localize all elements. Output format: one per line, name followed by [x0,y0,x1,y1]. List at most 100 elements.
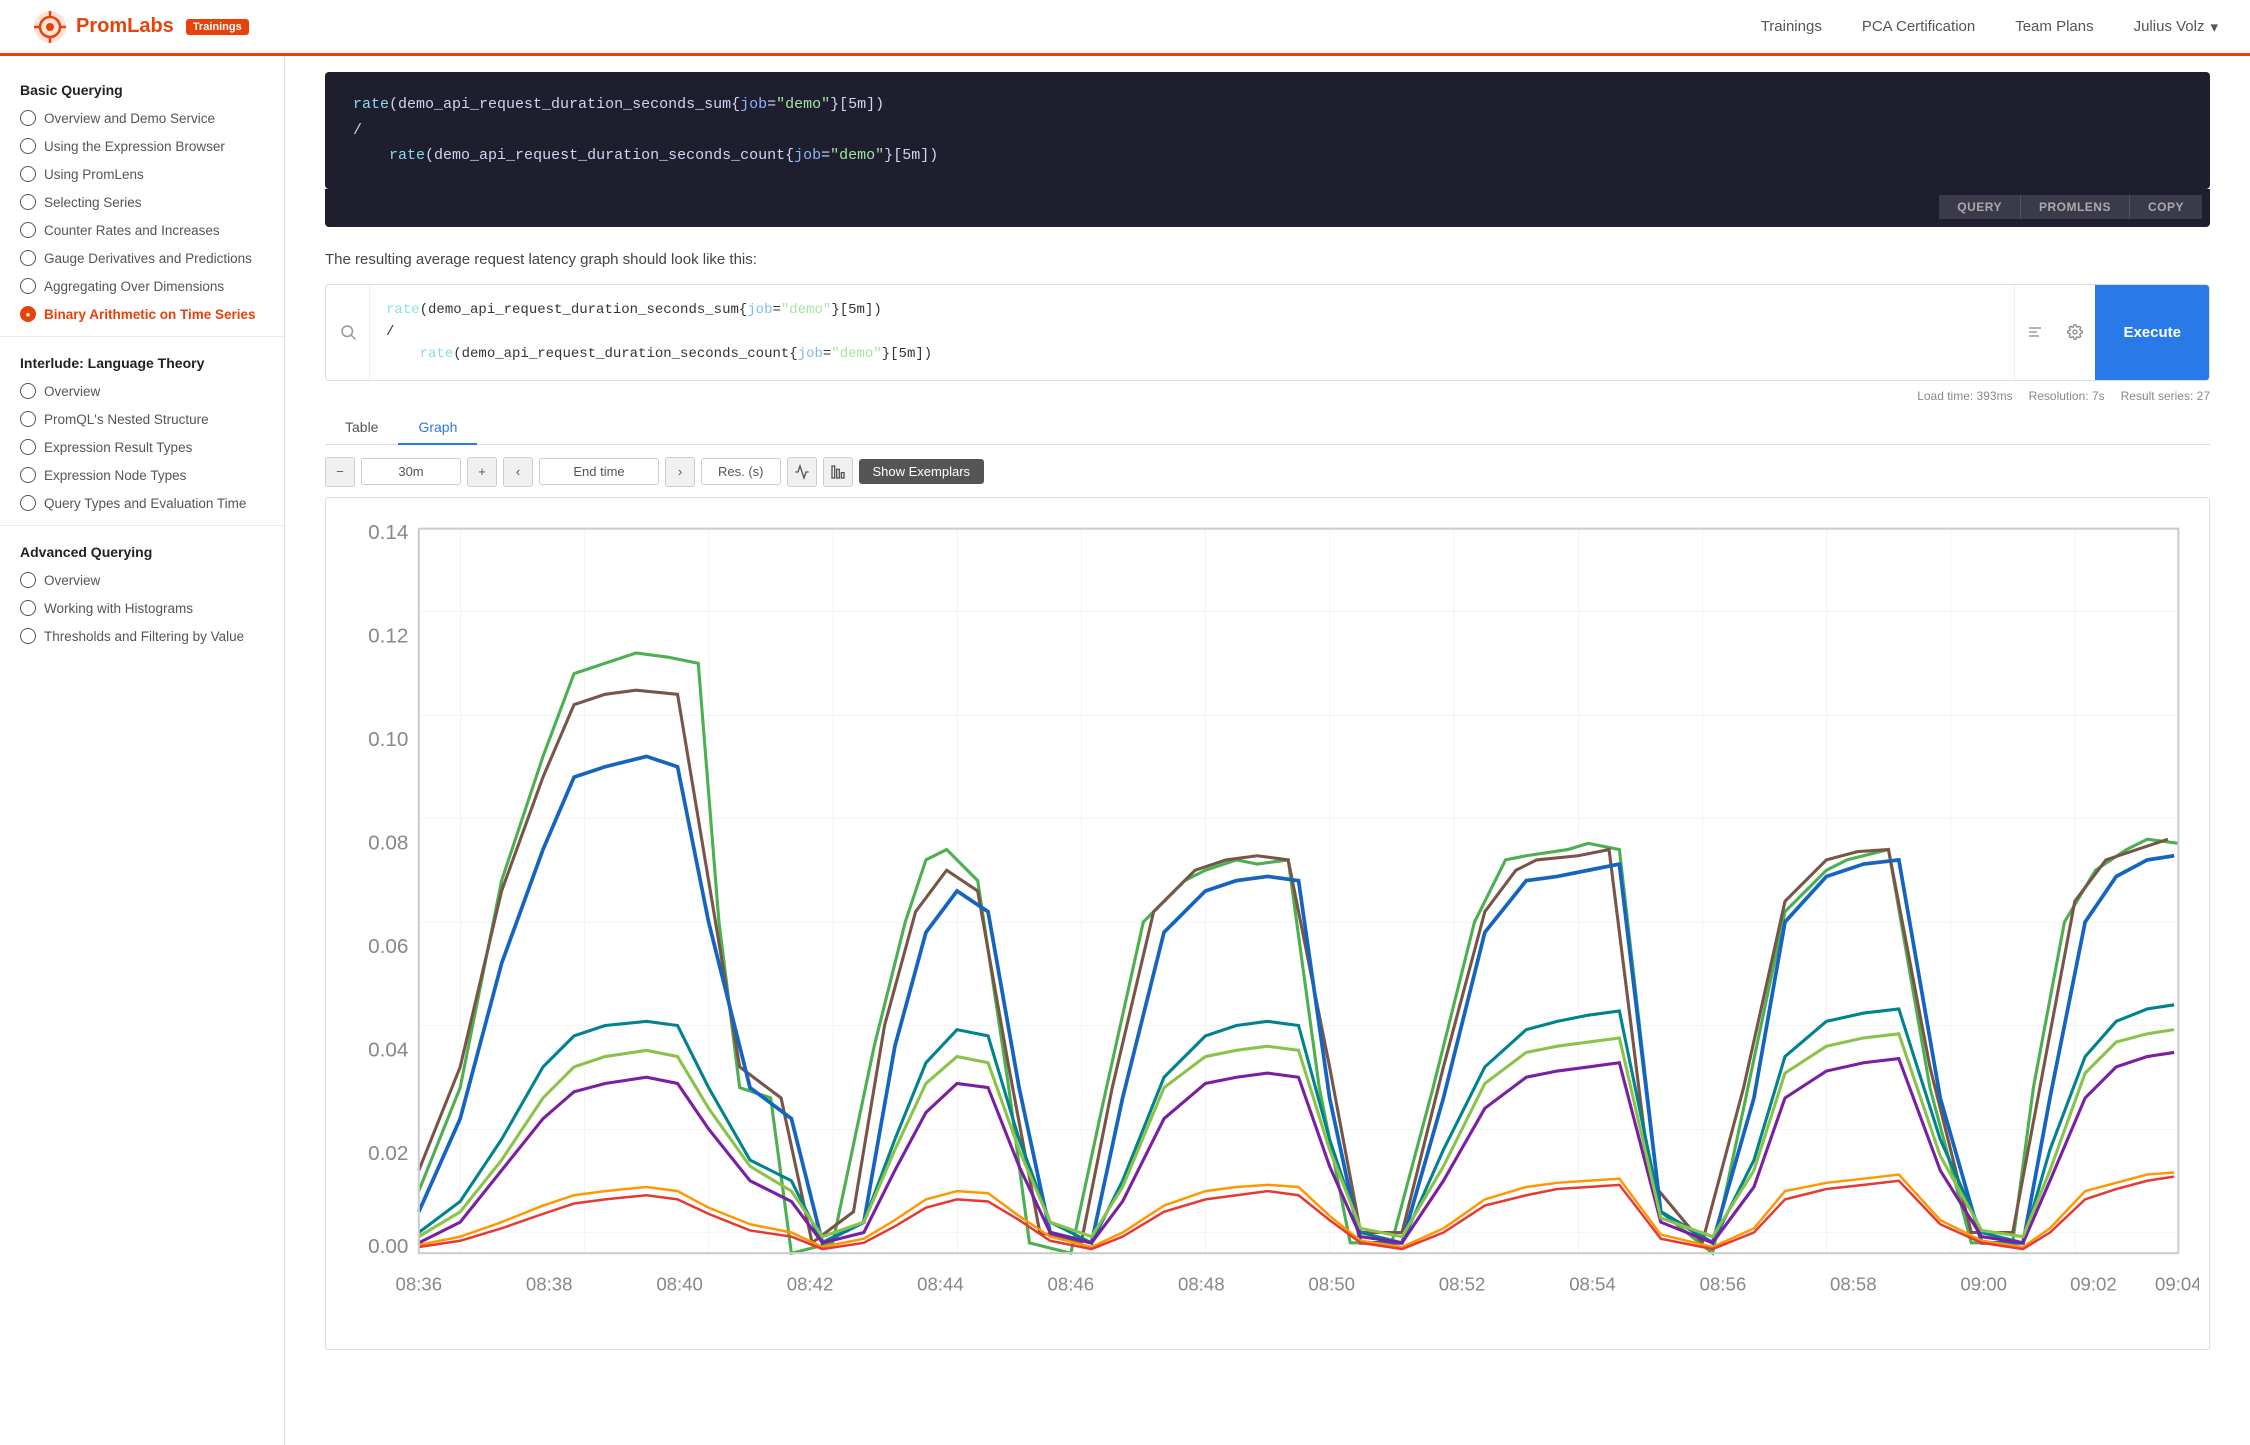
code-line-1: rate(demo_api_request_duration_seconds_s… [353,92,2182,118]
execute-button[interactable]: Execute [2095,285,2209,380]
logo[interactable]: PromLabs [32,9,174,45]
circle-icon [20,495,36,511]
zoom-out-button[interactable]: − [325,457,355,487]
meta-row: Load time: 393ms Resolution: 7s Result s… [325,389,2210,403]
query-actions: Execute [2014,285,2209,380]
svg-text:08:46: 08:46 [1048,1273,1095,1294]
duration-display: 30m [361,458,461,485]
query-box-inner: rate(demo_api_request_duration_seconds_s… [326,285,2209,380]
sidebar-item-expression-browser[interactable]: Using the Expression Browser [0,132,284,160]
svg-text:0.02: 0.02 [368,1142,408,1165]
sidebar-label: Gauge Derivatives and Predictions [44,251,252,266]
sidebar-item-overview[interactable]: Overview [0,377,284,405]
query-editor[interactable]: rate(demo_api_request_duration_seconds_s… [370,285,2014,380]
resolution-input[interactable]: Res. (s) [701,458,781,485]
settings-button[interactable] [2055,285,2095,380]
sidebar-item-aggregating[interactable]: Aggregating Over Dimensions [0,272,284,300]
svg-text:08:58: 08:58 [1830,1273,1877,1294]
tab-table[interactable]: Table [325,411,398,445]
sidebar-label: Aggregating Over Dimensions [44,279,224,294]
sidebar-item-overview-demo[interactable]: Overview and Demo Service [0,104,284,132]
circle-icon [20,138,36,154]
sidebar-section-basic-querying: Basic Querying [0,72,284,104]
trainings-badge: Trainings [186,19,249,35]
circle-icon [20,411,36,427]
sidebar-label: Overview [44,384,100,399]
svg-text:08:36: 08:36 [396,1273,443,1294]
code-toolbar: QUERY PROMLENS COPY [325,189,2210,227]
zoom-in-button[interactable]: + [467,457,497,487]
svg-text:0.04: 0.04 [368,1038,408,1061]
tab-graph[interactable]: Graph [398,411,477,445]
sidebar-item-gauge-derivatives[interactable]: Gauge Derivatives and Predictions [0,244,284,272]
sidebar-divider-1 [0,336,284,337]
load-time: Load time: 393ms [1917,389,2012,403]
svg-text:0.08: 0.08 [368,831,408,854]
svg-text:08:48: 08:48 [1178,1273,1225,1294]
sidebar-item-node-types[interactable]: Expression Node Types [0,461,284,489]
prev-time-button[interactable]: ‹ [503,457,533,487]
svg-text:08:40: 08:40 [656,1273,703,1294]
query-line-1: rate(demo_api_request_duration_seconds_s… [386,299,1998,321]
sidebar-item-selecting-series[interactable]: Selecting Series [0,188,284,216]
svg-text:08:42: 08:42 [787,1273,834,1294]
nav-team-plans[interactable]: Team Plans [2015,18,2093,35]
nav-pca[interactable]: PCA Certification [1862,18,1975,35]
query-line-2: / [386,321,1998,343]
bar-chart-icon-button[interactable] [823,457,853,487]
sidebar-label: Binary Arithmetic on Time Series [44,307,256,322]
chart-inner: 0.14 0.12 0.10 0.08 0.06 0.04 0.02 0.00 … [336,508,2199,1339]
sidebar-item-counter-rates[interactable]: Counter Rates and Increases [0,216,284,244]
code-line-2: / [353,118,2182,144]
time-series-chart: 0.14 0.12 0.10 0.08 0.06 0.04 0.02 0.00 … [336,508,2199,1336]
copy-button[interactable]: COPY [2129,195,2202,219]
show-exemplars-button[interactable]: Show Exemplars [859,459,985,484]
sidebar-label: Overview and Demo Service [44,111,215,126]
sidebar-item-histograms[interactable]: Working with Histograms [0,594,284,622]
sidebar-item-result-types[interactable]: Expression Result Types [0,433,284,461]
header-left: PromLabs Trainings [32,9,249,45]
search-icon [326,285,370,380]
code-line-3: rate(demo_api_request_duration_seconds_c… [353,143,2182,169]
circle-icon [20,600,36,616]
circle-icon [20,439,36,455]
sidebar-item-adv-overview[interactable]: Overview [0,566,284,594]
user-menu[interactable]: Julius Volz ▾ [2134,18,2218,36]
sidebar-label: Thresholds and Filtering by Value [44,629,244,644]
sidebar-item-promlens[interactable]: Using PromLens [0,160,284,188]
promlens-button[interactable]: PROMLENS [2020,195,2129,219]
svg-text:09:04: 09:04 [2155,1273,2199,1294]
sidebar-item-thresholds[interactable]: Thresholds and Filtering by Value [0,622,284,650]
nav-trainings[interactable]: Trainings [1761,18,1822,35]
chart-container: 0.14 0.12 0.10 0.08 0.06 0.04 0.02 0.00 … [325,497,2210,1350]
svg-text:08:38: 08:38 [526,1273,573,1294]
sidebar-section-advanced-querying: Advanced Querying [0,534,284,566]
sidebar-item-query-types[interactable]: Query Types and Evaluation Time [0,489,284,517]
sidebar-label: Overview [44,573,100,588]
sidebar-item-nested-structure[interactable]: PromQL's Nested Structure [0,405,284,433]
svg-text:0.10: 0.10 [368,728,408,751]
logo-text: PromLabs [76,15,174,38]
format-button[interactable] [2015,285,2055,380]
circle-icon [20,166,36,182]
circle-icon-active: ● [20,306,36,322]
circle-icon [20,628,36,644]
sidebar-label: Counter Rates and Increases [44,223,220,238]
query-box: rate(demo_api_request_duration_seconds_s… [325,284,2210,381]
svg-text:08:56: 08:56 [1700,1273,1747,1294]
svg-text:0.14: 0.14 [368,521,408,544]
sidebar-label: Query Types and Evaluation Time [44,496,246,511]
line-chart-icon-button[interactable] [787,457,817,487]
query-button[interactable]: QUERY [1939,195,2020,219]
svg-text:09:00: 09:00 [1960,1273,2007,1294]
end-time-display[interactable]: End time [539,458,659,485]
sidebar-label: Working with Histograms [44,601,193,616]
next-time-button[interactable]: › [665,457,695,487]
sidebar-item-binary-arithmetic[interactable]: ● Binary Arithmetic on Time Series [0,300,284,328]
circle-icon [20,467,36,483]
circle-icon [20,383,36,399]
svg-text:08:50: 08:50 [1308,1273,1355,1294]
circle-icon [20,222,36,238]
svg-text:08:44: 08:44 [917,1273,964,1294]
result-series: Result series: 27 [2121,389,2210,403]
